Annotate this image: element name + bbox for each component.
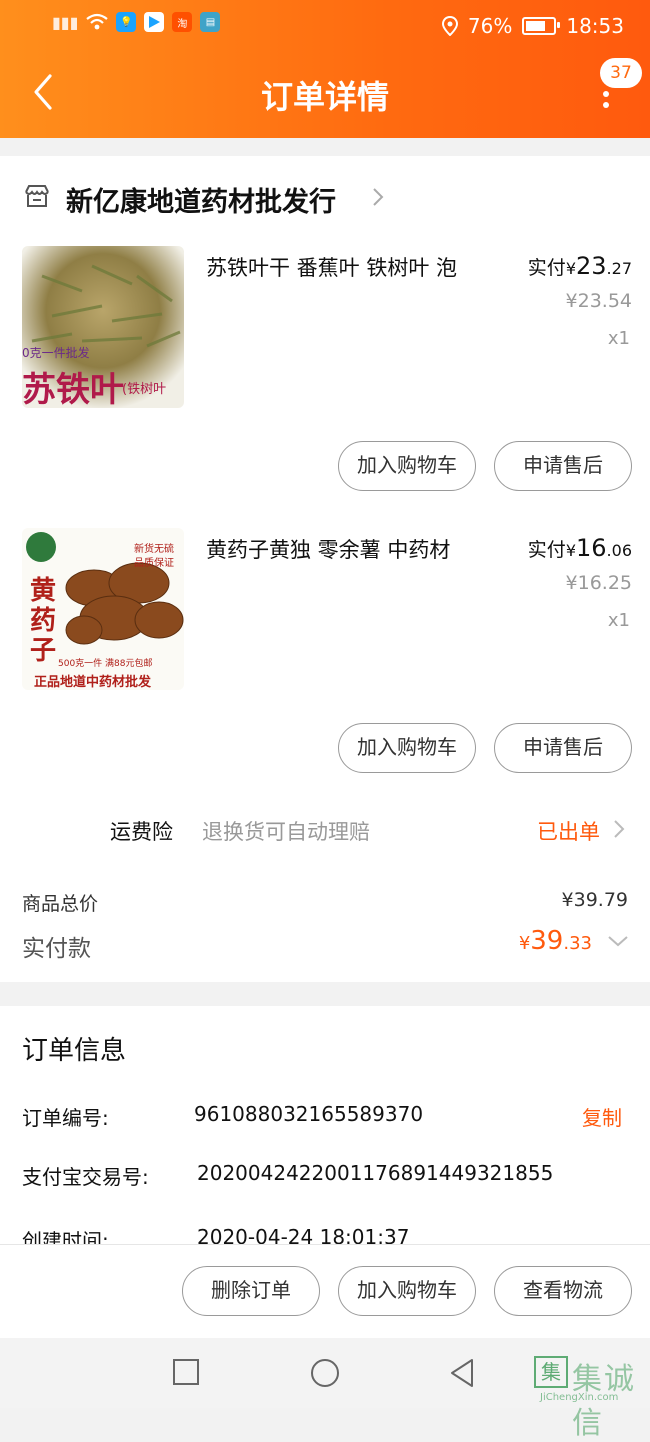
- product-image-2-text-g: 正品地道中药材批发: [34, 675, 152, 690]
- product-image-1[interactable]: 0克一件批发 苏铁叶 (铁树叶: [22, 246, 184, 408]
- chevron-right-icon[interactable]: [612, 818, 626, 840]
- currency-symbol: ¥: [518, 933, 531, 954]
- system-navigation-bar: 集 集诚信 JiChengXin.com: [0, 1338, 650, 1441]
- real-price-label: 实付: [527, 539, 566, 561]
- back-triangle-icon[interactable]: [448, 1357, 476, 1389]
- status-bar-right: 76% 18:53: [441, 14, 624, 38]
- wifi-icon: [86, 13, 109, 30]
- currency-symbol: ¥: [565, 259, 576, 278]
- shipping-insurance-desc: 退换货可自动理赔: [202, 820, 370, 844]
- message-count-badge[interactable]: 37: [600, 58, 642, 88]
- price-integer: 23: [576, 252, 607, 280]
- store-icon: [25, 185, 49, 207]
- real-price-2: 实付¥16.06: [528, 534, 632, 562]
- currency-symbol: ¥: [565, 541, 576, 560]
- app-header: ▮▮▮ 💡 淘 ▤ 76% 18:53 订单详情 37: [0, 0, 650, 138]
- product-image-2-text-d: 新货无硫: [134, 544, 174, 555]
- original-price-1: ¥23.54: [565, 290, 632, 312]
- order-number-value: 961088032165589370: [194, 1102, 424, 1126]
- real-price-1: 实付¥23.27: [528, 252, 632, 280]
- paid-amount-label: 实付款: [22, 936, 91, 962]
- alipay-trade-label: 支付宝交易号:: [22, 1165, 149, 1189]
- battery-icon: [522, 17, 561, 35]
- page-title: 订单详情: [260, 78, 389, 116]
- alipay-trade-value: 2020042422001176891449321855: [197, 1161, 554, 1185]
- more-menu-icon[interactable]: [600, 90, 612, 114]
- original-price-2: ¥16.25: [565, 572, 632, 594]
- taobao-icon: 淘: [172, 12, 193, 32]
- reader-icon: ▤: [200, 12, 221, 32]
- shipping-insurance-label: 运费险: [110, 820, 173, 844]
- brand-logo: [26, 532, 56, 562]
- chevron-right-icon[interactable]: [371, 186, 385, 208]
- copy-order-number-button[interactable]: 复制: [582, 1102, 622, 1131]
- signal-icon: ▮▮▮: [52, 12, 79, 32]
- add-to-cart-button[interactable]: 加入购物车: [338, 1266, 476, 1316]
- view-logistics-button[interactable]: 查看物流: [494, 1266, 632, 1316]
- add-to-cart-button-2[interactable]: 加入购物车: [338, 723, 476, 773]
- chevron-down-icon[interactable]: [606, 934, 630, 948]
- price-decimal: .27: [606, 259, 632, 278]
- created-time-label: 创建时间:: [22, 1229, 109, 1244]
- real-price-label: 实付: [527, 257, 566, 279]
- youku-icon: [144, 12, 165, 32]
- paid-amount-value: ¥39.33: [519, 926, 592, 956]
- clock: 18:53: [566, 14, 624, 38]
- created-time-value: 2020-04-24 18:01:37: [197, 1225, 410, 1244]
- order-info-title: 订单信息: [22, 1036, 127, 1066]
- delete-order-button[interactable]: 删除订单: [182, 1266, 320, 1316]
- product-image-2[interactable]: 黄 药 子 新货无硫 品质保证 500克一件 满88元包邮 正品地道中药材批发: [22, 528, 184, 690]
- location-pin-icon: [441, 16, 458, 36]
- home-icon[interactable]: [309, 1357, 341, 1389]
- created-time-row: 创建时间: 2020-04-24 18:01:37: [0, 1215, 650, 1244]
- price-decimal: .06: [606, 541, 632, 560]
- product-image-2-text-c: 子: [30, 636, 57, 666]
- order-number-label: 订单编号:: [22, 1106, 109, 1130]
- paid-integer: 39: [530, 926, 564, 956]
- goods-total-value: ¥39.79: [561, 889, 628, 911]
- product-title-1[interactable]: 苏铁叶干 番蕉叶 铁树叶 泡: [206, 252, 496, 282]
- status-bar-left: ▮▮▮ 💡 淘 ▤: [52, 12, 221, 32]
- watermark-url: JiChengXin.com: [540, 1392, 619, 1403]
- paid-decimal: .33: [563, 933, 592, 954]
- product-title-2[interactable]: 黄药子黄独 零余薯 中药材: [206, 534, 496, 564]
- product-image-1-text-a: 0克一件批发: [22, 346, 90, 360]
- product-image-2-text-e: 品质保证: [134, 558, 174, 569]
- price-integer: 16: [576, 534, 607, 562]
- shop-name[interactable]: 新亿康地道药材批发行: [66, 180, 336, 219]
- after-sale-button-1[interactable]: 申请售后: [494, 441, 632, 491]
- shipping-insurance-status[interactable]: 已出单: [537, 816, 600, 846]
- product-image-1-text-b: 苏铁叶: [22, 370, 124, 408]
- add-to-cart-button-1[interactable]: 加入购物车: [338, 441, 476, 491]
- after-sale-button-2[interactable]: 申请售后: [494, 723, 632, 773]
- battery-percent: 76%: [467, 14, 513, 38]
- product-image-2-text-f: 500克一件 满88元包邮: [58, 659, 153, 669]
- goods-total-label: 商品总价: [22, 893, 99, 915]
- quantity-2: x1: [607, 610, 630, 631]
- recent-apps-icon[interactable]: [172, 1358, 200, 1386]
- herb-slices-illustration: [65, 562, 184, 645]
- watermark-logo: 集: [534, 1356, 568, 1388]
- app-notification-icon: 💡: [116, 12, 137, 32]
- product-image-1-text-c: (铁树叶: [122, 382, 167, 397]
- quantity-1: x1: [607, 328, 630, 349]
